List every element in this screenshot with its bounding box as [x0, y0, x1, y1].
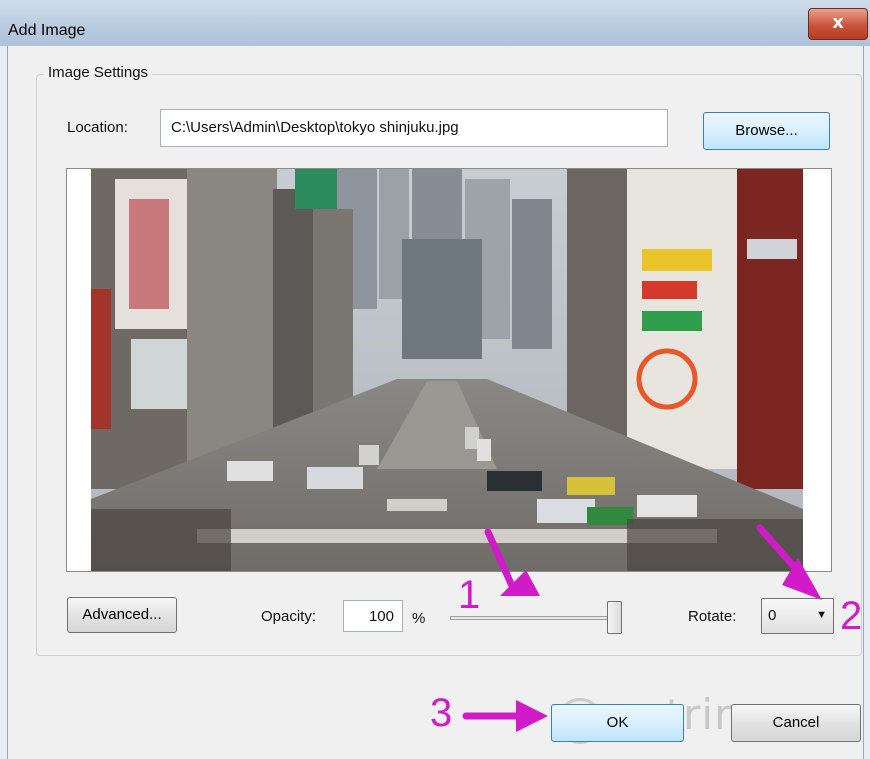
arrow-3-head — [516, 700, 548, 732]
arrow-1 — [484, 528, 516, 590]
annotation-number-3: 3 — [430, 691, 453, 735]
annotation-number-2: 2 — [840, 594, 863, 638]
annotation-number-1: 1 — [458, 573, 481, 617]
annotation-arrows — [462, 524, 822, 732]
